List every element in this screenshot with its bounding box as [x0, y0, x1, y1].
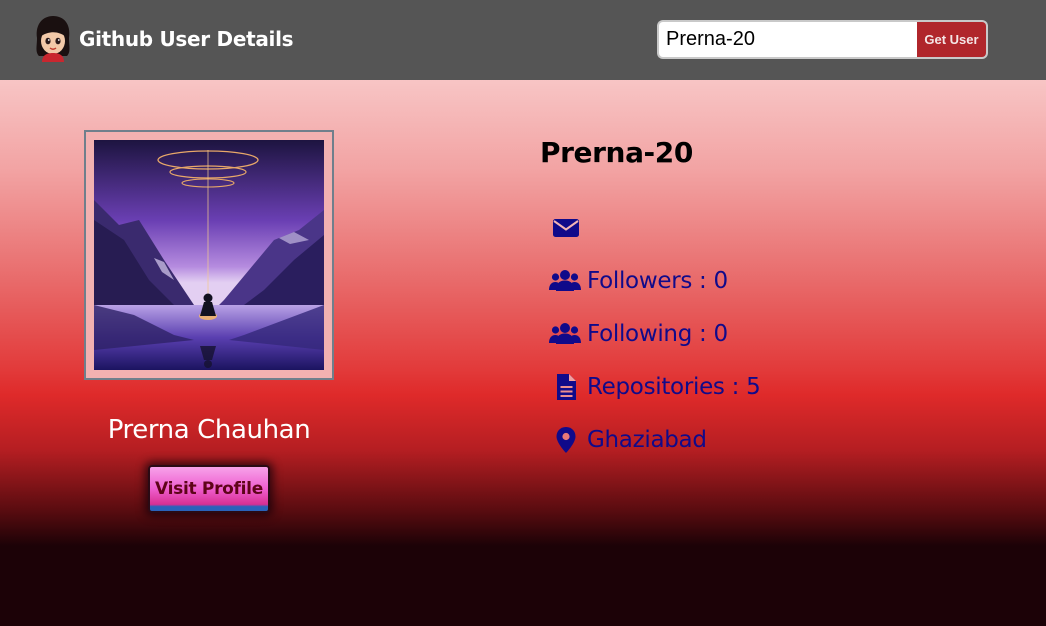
followers-stat: Followers : 0	[587, 268, 729, 294]
following-stat: Following : 0	[587, 321, 729, 347]
repositories-row: Repositories : 5	[549, 372, 969, 402]
girl-avatar-logo-icon	[33, 14, 73, 62]
users-icon	[549, 320, 583, 348]
get-user-button[interactable]: Get User	[917, 20, 988, 59]
repositories-count: 5	[746, 374, 761, 400]
repositories-label: Repositories	[587, 374, 725, 400]
envelope-icon	[549, 213, 583, 241]
users-icon	[549, 267, 583, 295]
email-row	[549, 212, 969, 242]
location-text: Ghaziabad	[587, 427, 707, 453]
repositories-stat: Repositories : 5	[587, 374, 761, 400]
visit-profile-button[interactable]: Visit Profile	[148, 465, 270, 513]
following-row: Following : 0	[549, 319, 969, 349]
full-name: Prerna Chauhan	[107, 415, 311, 445]
app-title: Github User Details	[79, 27, 294, 51]
following-label: Following	[587, 321, 693, 347]
search-input[interactable]	[657, 20, 918, 59]
location-row: Ghaziabad	[549, 425, 969, 455]
following-count: 0	[713, 321, 729, 347]
file-text-icon	[549, 373, 583, 401]
navbar: Github User Details Get User	[0, 0, 1046, 80]
username: Prerna-20	[540, 136, 693, 169]
avatar-frame	[84, 130, 334, 380]
avatar	[94, 140, 324, 370]
map-marker-icon	[549, 426, 583, 454]
followers-row: Followers : 0	[549, 266, 969, 296]
followers-count: 0	[713, 268, 729, 294]
followers-label: Followers	[587, 268, 693, 294]
